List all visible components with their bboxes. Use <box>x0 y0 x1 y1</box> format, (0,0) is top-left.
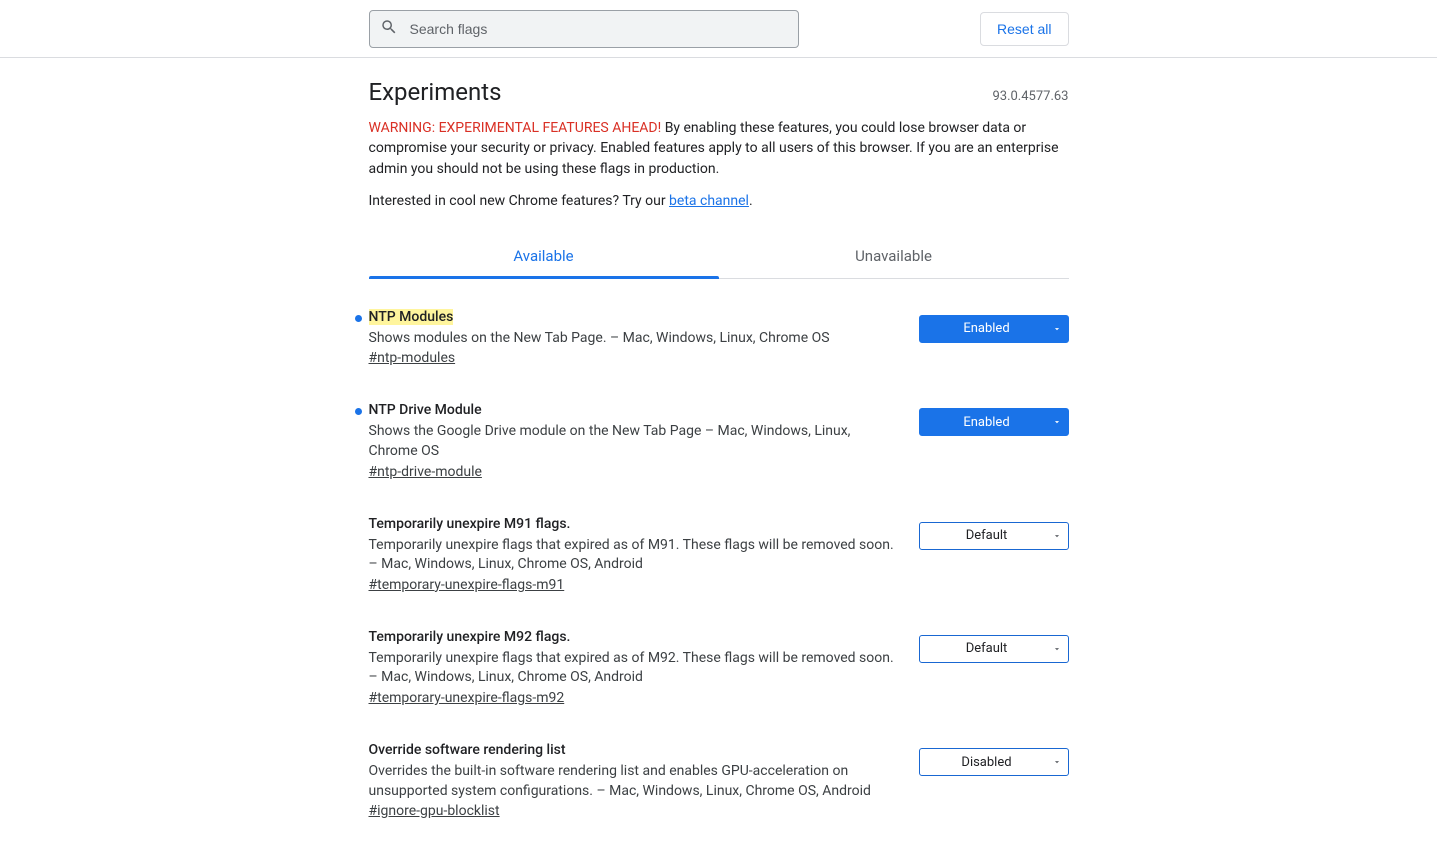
interest-line: Interested in cool new Chrome features? … <box>369 193 1069 209</box>
flag-state-select[interactable]: Default <box>919 522 1069 550</box>
flag-title: NTP Modules <box>369 309 454 325</box>
flag-title: Temporarily unexpire M92 flags. <box>369 629 571 645</box>
flag-description: Temporarily unexpire flags that expired … <box>369 536 899 575</box>
version-label: 93.0.4577.63 <box>992 89 1068 104</box>
flag-state-select[interactable]: Default <box>919 635 1069 663</box>
flag-hash-link[interactable]: #temporary-unexpire-flags-m91 <box>369 577 565 593</box>
chevron-down-icon <box>1052 531 1062 541</box>
flag-hash-link[interactable]: #ntp-drive-module <box>369 464 482 480</box>
flags-list: NTP Modules Shows modules on the New Tab … <box>369 279 1069 819</box>
flag-state-value: Enabled <box>963 321 1009 336</box>
flag-state-value: Default <box>966 528 1008 543</box>
flag-item: Temporarily unexpire M91 flags. Temporari… <box>369 516 1069 593</box>
content: Experiments 93.0.4577.63 WARNING: EXPERI… <box>369 58 1069 819</box>
chevron-down-icon <box>1052 644 1062 654</box>
flag-state-value: Enabled <box>963 415 1009 430</box>
flag-state-select[interactable]: Enabled <box>919 315 1069 343</box>
flag-item: Override software rendering list Override… <box>369 742 1069 819</box>
flag-body: Override software rendering list Override… <box>369 742 899 819</box>
flag-state-value: Default <box>966 641 1008 656</box>
flag-body: Temporarily unexpire M92 flags. Temporari… <box>369 629 899 706</box>
flag-description: Overrides the built-in software renderin… <box>369 762 899 801</box>
warning-prefix: WARNING: EXPERIMENTAL FEATURES AHEAD! <box>369 120 662 136</box>
flag-item: Temporarily unexpire M92 flags. Temporari… <box>369 629 1069 706</box>
flag-item: NTP Modules Shows modules on the New Tab … <box>369 309 1069 367</box>
beta-channel-link[interactable]: beta channel <box>669 193 749 209</box>
page-title: Experiments <box>369 78 502 106</box>
flag-state-value: Disabled <box>961 755 1011 770</box>
flag-hash-link[interactable]: #ntp-modules <box>369 350 456 366</box>
flag-hash-link[interactable]: #temporary-unexpire-flags-m92 <box>369 690 565 706</box>
search-input-container[interactable] <box>369 10 799 48</box>
chevron-down-icon <box>1052 324 1062 334</box>
flag-description: Temporarily unexpire flags that expired … <box>369 649 899 688</box>
flag-body: Temporarily unexpire M91 flags. Temporari… <box>369 516 899 593</box>
flag-description: Shows modules on the New Tab Page. – Mac… <box>369 329 899 349</box>
modified-dot-icon <box>355 315 362 322</box>
flag-state-select[interactable]: Enabled <box>919 408 1069 436</box>
tabs: Available Unavailable <box>369 233 1069 279</box>
flag-description: Shows the Google Drive module on the New… <box>369 422 899 461</box>
flag-title: Temporarily unexpire M91 flags. <box>369 516 571 532</box>
warning-text: WARNING: EXPERIMENTAL FEATURES AHEAD! By… <box>369 118 1069 179</box>
header-bar: Reset all <box>0 0 1437 58</box>
flag-title: Override software rendering list <box>369 742 566 758</box>
chevron-down-icon <box>1052 417 1062 427</box>
search-icon <box>380 18 398 40</box>
flag-item: NTP Drive Module Shows the Google Drive m… <box>369 402 1069 479</box>
flag-body: NTP Modules Shows modules on the New Tab … <box>369 309 899 367</box>
flag-body: NTP Drive Module Shows the Google Drive m… <box>369 402 899 479</box>
search-input[interactable] <box>408 20 788 38</box>
tab-unavailable[interactable]: Unavailable <box>719 233 1069 278</box>
modified-dot-icon <box>355 408 362 415</box>
reset-all-button[interactable]: Reset all <box>980 12 1068 46</box>
flag-title: NTP Drive Module <box>369 402 482 418</box>
tab-available[interactable]: Available <box>369 233 719 278</box>
flag-hash-link[interactable]: #ignore-gpu-blocklist <box>369 803 500 819</box>
flag-state-select[interactable]: Disabled <box>919 748 1069 776</box>
